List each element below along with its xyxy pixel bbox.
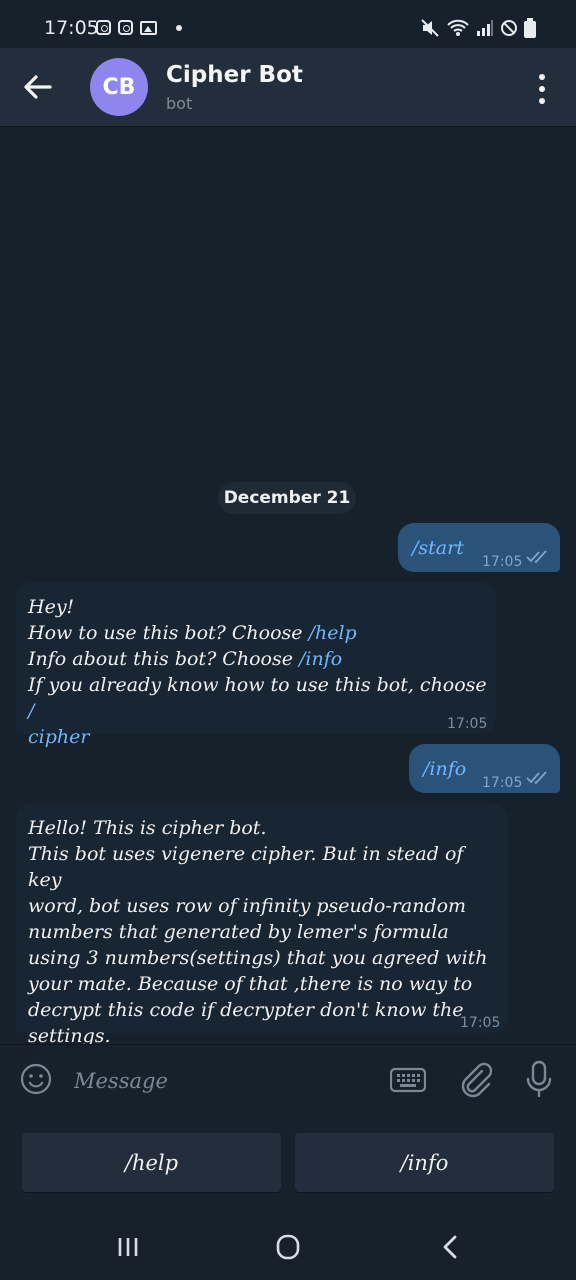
wifi-icon <box>447 19 469 36</box>
read-checkmarks-icon <box>526 771 547 785</box>
message-line: numbers that generated by lemer's formul… <box>28 921 449 943</box>
message-text[interactable]: /start <box>412 535 464 561</box>
system-icons <box>420 18 536 38</box>
more-notifications-icon <box>176 24 182 31</box>
back-icon[interactable] <box>430 1232 470 1262</box>
message-time: 17:05 <box>482 775 523 791</box>
chat-subtitle: bot <box>166 94 193 113</box>
menu-dot-icon <box>539 98 545 104</box>
cipher-command-link[interactable]: cipher <box>28 726 89 748</box>
message-line: word, bot uses row of infinity pseudo-ra… <box>28 895 467 917</box>
emoji-icon[interactable] <box>20 1063 52 1095</box>
chat-header: CB Cipher Bot bot <box>0 48 576 127</box>
help-keyboard-button[interactable]: /help <box>22 1133 281 1192</box>
do-not-disturb-icon <box>501 20 517 36</box>
back-arrow-icon[interactable] <box>20 70 56 104</box>
cipher-command-link[interactable]: / <box>28 700 34 722</box>
system-navigation-bar <box>0 1212 576 1280</box>
recent-apps-icon[interactable] <box>108 1232 148 1262</box>
outgoing-message[interactable]: /info 17:05 <box>409 744 560 793</box>
status-time: 17:05 <box>44 17 99 39</box>
info-command-link[interactable]: /info <box>299 648 342 670</box>
menu-dot-icon <box>539 74 545 80</box>
more-options-button[interactable] <box>530 74 554 104</box>
info-keyboard-button[interactable]: /info <box>295 1133 554 1192</box>
message-line: If you already know how to use this bot,… <box>28 674 487 696</box>
message-line: Info about this bot? Choose <box>28 648 299 670</box>
signal-icon <box>477 20 493 36</box>
home-icon[interactable] <box>268 1232 308 1262</box>
message-line: How to use this bot? Choose <box>28 622 309 644</box>
chat-title[interactable]: Cipher Bot <box>166 62 303 88</box>
message-composer <box>0 1044 576 1113</box>
incoming-message[interactable]: Hey! How to use this bot? Choose /help I… <box>16 582 496 748</box>
message-input[interactable] <box>72 1065 376 1097</box>
message-text[interactable]: /info <box>423 756 466 782</box>
outgoing-message[interactable]: /start 17:05 <box>398 523 560 572</box>
message-line: using 3 numbers(settings) that you agree… <box>28 947 488 969</box>
message-time: 17:05 <box>447 716 488 732</box>
notification-icons <box>96 20 182 35</box>
bot-reply-keyboard: /help /info <box>0 1112 576 1212</box>
instagram-icon <box>118 20 133 35</box>
help-command-link[interactable]: /help <box>309 622 357 644</box>
battery-icon <box>524 18 536 38</box>
message-line: decrypt this code if decrypter don't kno… <box>28 999 464 1021</box>
date-separator: December 21 <box>218 482 356 514</box>
instagram-icon <box>96 20 111 35</box>
message-time: 17:05 <box>482 554 523 570</box>
avatar[interactable]: CB <box>90 58 148 116</box>
message-line: your mate. Because of that ,there is no … <box>28 973 473 995</box>
mute-icon <box>421 19 439 37</box>
microphone-icon[interactable] <box>522 1059 556 1099</box>
message-line: Hey! <box>28 596 75 618</box>
message-line: This bot uses vigenere cipher. But in st… <box>28 843 464 891</box>
read-checkmarks-icon <box>526 550 547 564</box>
attach-icon[interactable] <box>458 1059 492 1099</box>
message-time: 17:05 <box>460 1015 501 1031</box>
menu-dot-icon <box>539 86 545 92</box>
incoming-message[interactable]: Hello! This is cipher bot. This bot uses… <box>16 803 508 1047</box>
gallery-icon <box>140 20 157 35</box>
bot-keyboard-icon[interactable] <box>390 1067 426 1093</box>
message-line: Hello! This is cipher bot. <box>28 817 267 839</box>
